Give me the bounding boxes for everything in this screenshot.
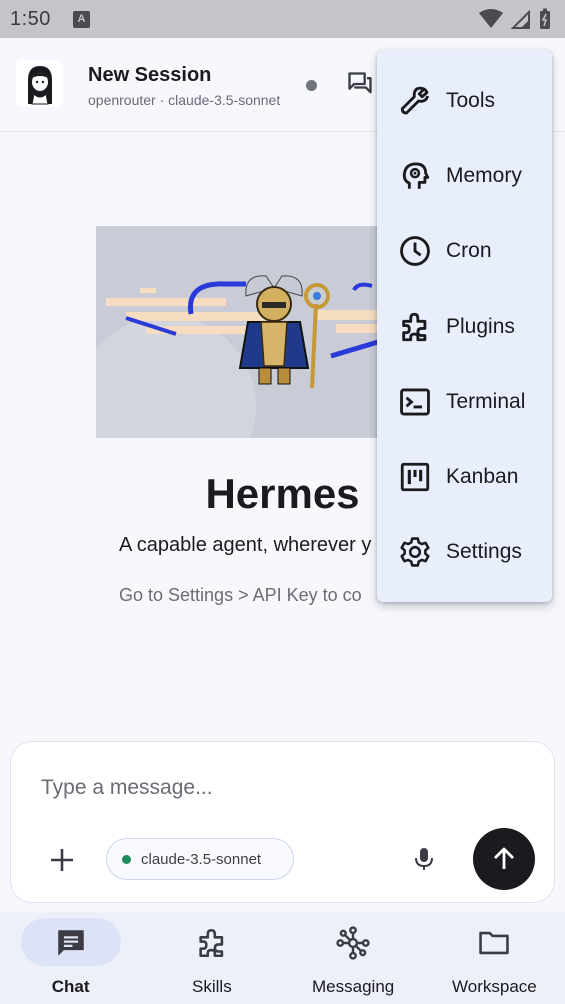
status-time: 1:50: [10, 7, 51, 30]
wifi-icon: [479, 9, 503, 28]
app-screen: 1:50 A New Session openrouter · claude-3…: [0, 0, 565, 1004]
menu-label-tools: Tools: [446, 88, 496, 112]
menu-item-terminal[interactable]: Terminal: [377, 364, 552, 439]
bottom-navigation: Chat Skills Messaging Workspace: [0, 912, 565, 1004]
menu-item-plugins[interactable]: Plugins: [377, 289, 552, 364]
wrench-icon: [397, 83, 433, 119]
model-chip-label: claude-3.5-sonnet: [141, 850, 262, 868]
hub-icon: [335, 925, 371, 961]
nav-label-chat: Chat: [51, 977, 90, 996]
connection-status-dot: [306, 80, 317, 91]
menu-item-memory[interactable]: Memory: [377, 138, 552, 213]
puzzle-icon: [397, 309, 433, 345]
nav-item-skills[interactable]: Skills: [141, 912, 282, 1004]
menu-item-settings[interactable]: Settings: [377, 515, 552, 590]
model-status-dot: [122, 854, 131, 864]
hero-tagline: A capable agent, wherever y: [119, 534, 372, 556]
menu-label-settings: Settings: [446, 540, 522, 564]
nav-label-skills: Skills: [192, 977, 232, 996]
kanban-icon: [397, 459, 433, 495]
microphone-icon[interactable]: [413, 846, 435, 872]
menu-label-kanban: Kanban: [446, 465, 519, 489]
hero-hint: Go to Settings > API Key to co: [119, 585, 362, 605]
nav-item-chat[interactable]: Chat: [0, 912, 141, 1004]
gear-icon: [397, 534, 433, 570]
session-subtitle: openrouter · claude-3.5-sonnet: [88, 92, 281, 108]
arrow-up-icon: [494, 847, 514, 869]
menu-label-memory: Memory: [446, 163, 522, 187]
menu-item-tools[interactable]: Tools: [377, 63, 552, 138]
model-selector-chip[interactable]: claude-3.5-sonnet: [106, 838, 294, 880]
battery-icon: [540, 8, 550, 29]
avatar[interactable]: [16, 60, 63, 107]
menu-label-terminal: Terminal: [446, 389, 526, 413]
plus-icon: [51, 849, 73, 871]
puzzle-icon: [194, 925, 230, 961]
nav-item-workspace[interactable]: Workspace: [424, 912, 565, 1004]
forum-icon[interactable]: [346, 70, 374, 98]
message-composer: claude-3.5-sonnet: [10, 741, 555, 903]
brain-icon: [397, 158, 433, 194]
notification-icon: A: [72, 10, 90, 28]
menu-item-cron[interactable]: Cron: [377, 214, 552, 289]
signal-icon: [511, 9, 530, 29]
session-title: New Session: [88, 64, 212, 86]
menu-label-cron: Cron: [446, 239, 492, 263]
status-bar: 1:50 A: [0, 0, 565, 38]
send-button[interactable]: [473, 828, 535, 890]
chat-icon: [53, 925, 89, 961]
clock-icon: [397, 233, 433, 269]
nav-item-messaging[interactable]: Messaging: [283, 912, 424, 1004]
add-attachment-button[interactable]: [47, 845, 77, 875]
nav-label-messaging: Messaging: [312, 977, 395, 996]
overflow-menu: Tools Memory Cron Plugins Terminal Kanba…: [377, 50, 552, 602]
status-icons: [479, 8, 551, 30]
menu-label-plugins: Plugins: [446, 314, 515, 338]
folder-icon: [476, 925, 512, 961]
terminal-icon: [397, 384, 433, 420]
menu-item-kanban[interactable]: Kanban: [377, 439, 552, 514]
message-input[interactable]: [41, 772, 511, 804]
nav-label-workspace: Workspace: [452, 977, 537, 996]
